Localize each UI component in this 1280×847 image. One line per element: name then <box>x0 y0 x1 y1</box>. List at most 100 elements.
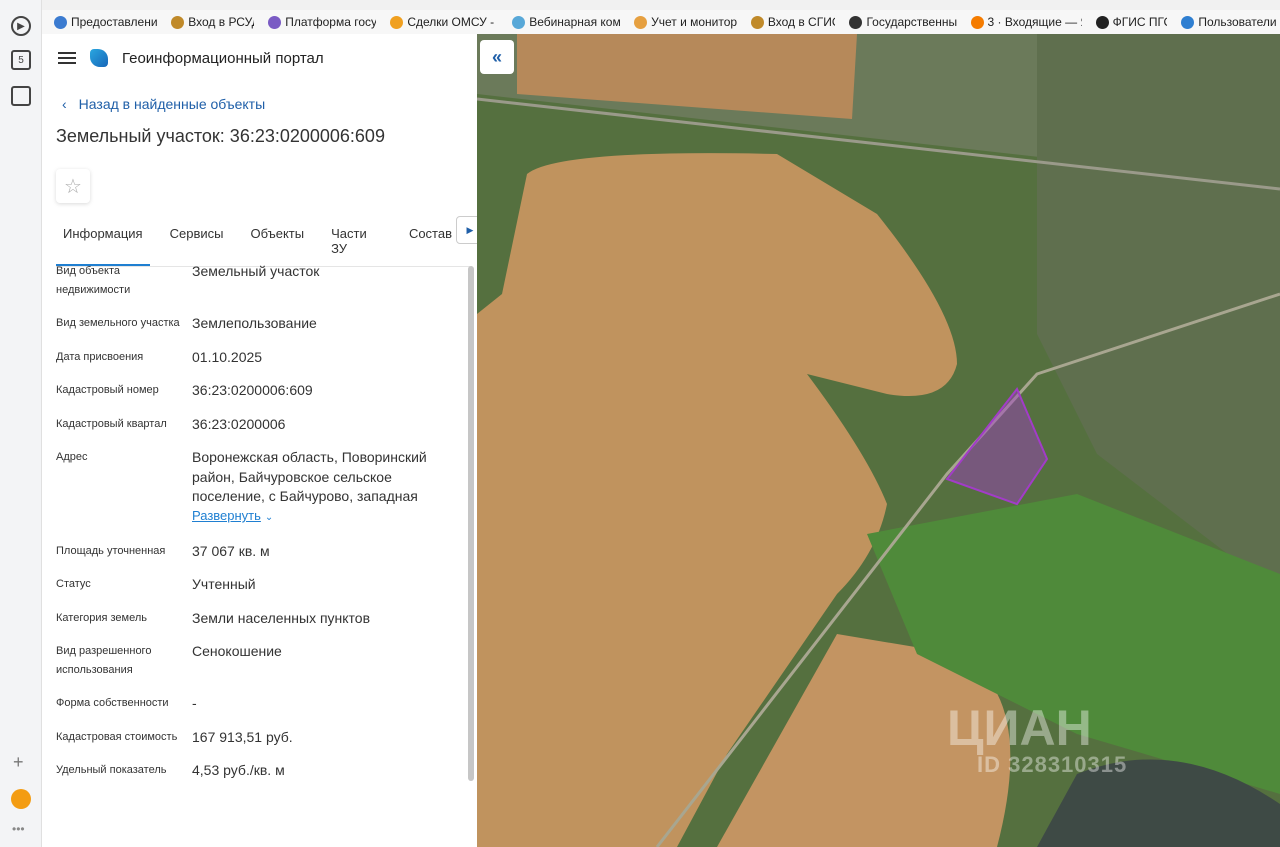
bookmark[interactable]: ФГИС ПГС <box>1095 15 1168 29</box>
bookmark-favicon <box>390 15 404 29</box>
bookmark-favicon <box>970 15 984 29</box>
bookmark-label: Вход в СГИО <box>767 15 836 29</box>
tab-4[interactable]: Состав <box>402 219 459 266</box>
info-label: Форма собственности <box>56 697 169 709</box>
info-label: Статус <box>56 578 91 590</box>
bookmarks-bar: Предоставление Вход в РСУД Платформа госуд… <box>42 10 1280 34</box>
bookmark[interactable]: Вход в РСУД <box>171 15 254 29</box>
bookmark-favicon <box>1095 15 1109 29</box>
badge-icon[interactable]: 5 <box>11 50 31 70</box>
info-value: 36:23:0200006:609 <box>192 382 313 398</box>
info-value: 4,53 руб./кв. м <box>192 762 285 778</box>
bookmark[interactable]: Платформа госуд <box>268 15 376 29</box>
browser-sidebar: ▶ 5 + ••• <box>0 0 42 847</box>
info-value: 36:23:0200006 <box>192 415 286 432</box>
bookmark[interactable]: Предоставление <box>54 15 157 29</box>
add-icon[interactable]: + <box>13 752 24 773</box>
bookmark-label: Государственные <box>866 15 957 29</box>
info-label: Кадастровый квартал <box>56 417 167 430</box>
chevron-left-icon: ‹ <box>62 96 67 112</box>
bookmark-favicon <box>1181 15 1195 29</box>
info-label: Удельный показатель <box>56 764 167 776</box>
info-label: Адрес <box>56 451 88 463</box>
bookmark-label: Вход в РСУД <box>188 15 255 29</box>
info-value: Сенокошение <box>192 643 282 659</box>
info-panel: Геоинформационный портал ‹ Назад в найде… <box>42 34 477 847</box>
bookmark-favicon <box>512 15 526 29</box>
info-row: Дата присвоения 01.10.2025 <box>56 348 456 368</box>
info-value: 37 067 кв. м <box>192 542 270 559</box>
screenshot-icon[interactable] <box>11 86 31 106</box>
info-label: Площадь уточненная <box>56 544 166 557</box>
chevron-down-icon: ⌄ <box>264 512 274 523</box>
bookmark-label: ФГИС ПГС <box>1112 15 1168 29</box>
bookmark-label: Платформа госуд <box>285 15 377 29</box>
info-label: Вид земельного участка <box>56 317 180 329</box>
watermark-id: ID 328310315 <box>977 752 1128 777</box>
back-label: Назад в найденные объекты <box>78 96 266 112</box>
bookmark-label: Пользователи :: <box>1198 15 1280 29</box>
page-title: Земельный участок: 36:23:0200006:609 <box>56 126 385 146</box>
bookmark[interactable]: Учет и монитори <box>634 15 737 29</box>
info-value: Учтенный <box>192 576 256 592</box>
watermark-logo: ЦИАН <box>947 700 1092 756</box>
info-list: Вид объекта недвижимости Земельный участо… <box>56 262 456 795</box>
tab-2[interactable]: Объекты <box>243 219 311 266</box>
info-label: Вид объекта недвижимости <box>56 265 131 296</box>
info-row: Форма собственности - <box>56 694 456 714</box>
info-value: Земельный участок <box>192 263 320 279</box>
info-value: Земли населенных пунктов <box>192 609 371 626</box>
tab-3[interactable]: Части ЗУ <box>324 219 389 266</box>
info-row: Статус Учтенный <box>56 575 456 595</box>
menu-icon[interactable] <box>58 52 76 64</box>
badge-count: 5 <box>18 54 24 66</box>
info-row: Вид разрешенного использования Сенокошени… <box>56 642 456 680</box>
info-label: Категория земель <box>56 611 147 624</box>
info-row: Кадастровый квартал 36:23:0200006 <box>56 415 456 435</box>
app-header: Геоинформационный портал <box>42 34 477 82</box>
info-value: 167 913,51 руб. <box>192 728 293 745</box>
bookmark-label: Сделки ОМСУ - Р <box>407 15 499 29</box>
portal-logo <box>90 49 108 67</box>
bookmark-favicon <box>54 15 67 29</box>
info-row: Площадь уточненная 37 067 кв. м <box>56 542 456 562</box>
bookmark[interactable]: Сделки ОМСУ - Р <box>390 15 498 29</box>
info-row: Вид земельного участка Землепользование <box>56 314 456 334</box>
bookmark[interactable]: 3 · Входящие — Я <box>970 15 1082 29</box>
info-label: Кадастровая стоимость <box>56 730 178 743</box>
tabs-scroll-right-button[interactable]: ▶ <box>456 216 477 244</box>
bookmark-label: Предоставление <box>71 15 158 29</box>
star-icon: ☆ <box>64 175 82 198</box>
more-icon[interactable]: ••• <box>12 822 25 836</box>
bookmark-favicon <box>268 15 282 29</box>
expand-link[interactable]: Развернуть <box>192 508 261 523</box>
info-row: Кадастровая стоимость 167 913,51 руб. <box>56 728 456 748</box>
info-label: Вид разрешенного использования <box>56 645 152 676</box>
favorite-button[interactable]: ☆ <box>56 169 90 203</box>
info-row: Вид объекта недвижимости Земельный участо… <box>56 262 456 300</box>
back-link[interactable]: ‹ Назад в найденные объекты <box>62 96 477 112</box>
bookmark-favicon <box>750 15 764 29</box>
map-view[interactable]: ЦИАН ID 328310315 « <box>477 34 1280 847</box>
bookmark-label: Учет и монитори <box>651 15 737 29</box>
satellite-imagery <box>477 34 1280 847</box>
info-label: Дата присвоения <box>56 350 144 363</box>
tab-1[interactable]: Сервисы <box>163 219 231 266</box>
play-icon[interactable]: ▶ <box>11 16 31 36</box>
mail-icon[interactable] <box>11 789 31 809</box>
bookmark[interactable]: Вебинарная комн <box>512 15 620 29</box>
info-row: Категория земель Земли населенных пунктов <box>56 609 456 629</box>
bookmark[interactable]: Пользователи :: <box>1181 15 1280 29</box>
double-chevron-left-icon: « <box>491 46 502 67</box>
scrollbar[interactable] <box>468 266 474 781</box>
bookmark[interactable]: Вход в СГИО <box>750 15 836 29</box>
bookmark[interactable]: Государственные <box>849 15 957 29</box>
collapse-panel-button[interactable]: « <box>480 40 514 74</box>
info-row: Адрес Воронежская область, Поворинский ра… <box>56 448 456 528</box>
tab-0[interactable]: Информация <box>56 219 150 266</box>
bookmark-label: Вебинарная комн <box>529 15 621 29</box>
bookmark-label: 3 · Входящие — Я <box>987 15 1082 29</box>
bookmark-favicon <box>634 15 648 29</box>
bookmark-favicon <box>171 15 185 29</box>
info-value: 01.10.2025 <box>192 348 263 365</box>
